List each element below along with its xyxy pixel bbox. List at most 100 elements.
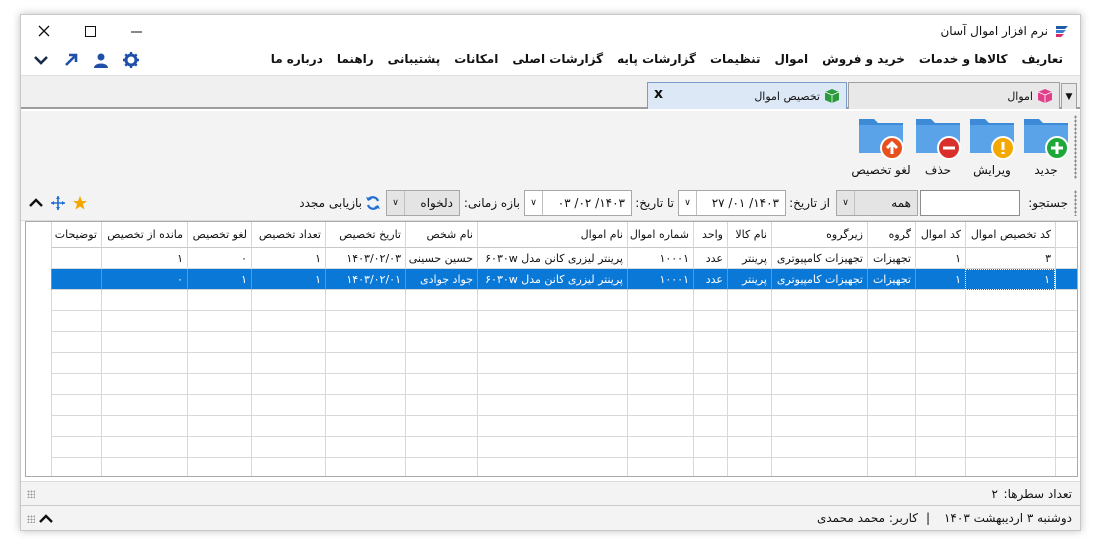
row-indicator-cell[interactable] — [1055, 290, 1077, 311]
row-indicator-cell[interactable] — [1055, 437, 1077, 458]
cancel-allocation-button[interactable]: لغو تخصیص — [850, 115, 912, 181]
from-date-picker[interactable]: ۱۴۰۳/ ۰۱/ ۲۷ ∨ — [678, 190, 786, 216]
menu-item[interactable]: امکانات — [447, 52, 505, 66]
row-indicator-cell[interactable] — [1055, 332, 1077, 353]
range-select[interactable]: دلخواه ∨ — [386, 190, 460, 216]
row-indicator-cell[interactable] — [1055, 416, 1077, 437]
table-row[interactable]: ۳ ۱ تجهیزات تجهیزات کامپیوتری پرینتر عدد ۱۰۰۰۱… — [51, 248, 1055, 269]
table-cell — [101, 374, 187, 395]
table-cell — [187, 374, 251, 395]
tab-takhsis-label: تخصیص اموال — [754, 89, 820, 103]
menu-item[interactable]: اموال — [768, 52, 816, 66]
menu-item[interactable]: کالاها و خدمات — [912, 52, 1015, 66]
table-cell — [693, 416, 727, 437]
row-indicator-cell[interactable] — [1055, 248, 1077, 269]
table-cell — [867, 332, 915, 353]
search-input[interactable] — [920, 190, 1020, 216]
close-window-button[interactable] — [21, 15, 67, 47]
table-cell — [325, 374, 405, 395]
table-cell — [101, 437, 187, 458]
row-indicator-cell[interactable] — [1055, 311, 1077, 332]
menu-item[interactable]: تنظیمات — [703, 52, 768, 66]
chevron-up-icon[interactable] — [27, 194, 45, 212]
table-row[interactable]: ۱ ۱ تجهیزات تجهیزات کامپیوتری پرینتر عدد ۱۰۰۰۱… — [51, 269, 1055, 290]
menu-item[interactable]: خرید و فروش — [815, 52, 912, 66]
column-header[interactable]: تاریخ تخصیص — [325, 222, 405, 248]
table-cell — [915, 458, 965, 476]
chevron-up-icon[interactable] — [37, 510, 55, 528]
filter-grip[interactable] — [1074, 190, 1077, 216]
chevron-down-icon[interactable] — [31, 50, 51, 70]
maximize-icon — [84, 25, 96, 37]
column-header[interactable]: واحد — [693, 222, 727, 248]
row-indicator-cell[interactable] — [1055, 353, 1077, 374]
status-grip[interactable] — [27, 515, 35, 523]
column-header[interactable]: کد تخصیص اموال — [965, 222, 1055, 248]
table-cell — [867, 458, 915, 476]
table-cell — [325, 290, 405, 311]
refresh-label[interactable]: بازیابی مجدد — [299, 196, 362, 210]
table-cell — [771, 311, 867, 332]
column-header[interactable]: مانده از تخصیص — [101, 222, 187, 248]
table-cell — [693, 332, 727, 353]
column-header[interactable]: تعداد تخصیص — [251, 222, 325, 248]
column-header[interactable]: نام شخص — [405, 222, 477, 248]
row-indicator-cell[interactable] — [1055, 458, 1077, 476]
menu-item[interactable]: تعاریف — [1015, 52, 1071, 66]
table-cell: تجهیزات — [867, 269, 915, 290]
filter-select[interactable]: همه ∨ — [836, 190, 918, 216]
empty-row — [51, 458, 1055, 476]
table-cell — [915, 395, 965, 416]
menu-item[interactable]: درباره ما — [264, 52, 330, 66]
table-cell — [51, 290, 101, 311]
column-header[interactable]: نام کالا — [727, 222, 771, 248]
column-header[interactable]: نام اموال — [477, 222, 627, 248]
allocations-grid[interactable]: کد تخصیص اموال کد اموال گروه زیرگروه نام کال… — [25, 221, 1078, 477]
menu-item[interactable]: راهنما — [330, 52, 381, 66]
row-indicator-cell[interactable] — [1055, 395, 1077, 416]
column-header[interactable]: زیرگروه — [771, 222, 867, 248]
menu-item[interactable]: گزارشات پایه — [610, 52, 703, 66]
table-cell — [51, 311, 101, 332]
resize-grip[interactable] — [27, 490, 35, 498]
tab-takhsis[interactable]: تخصیص اموال x — [647, 82, 847, 109]
row-indicator-cell[interactable] — [1055, 374, 1077, 395]
row-indicator-cell[interactable] — [1055, 269, 1077, 290]
tab-dropdown-icon[interactable]: ▼ — [1061, 83, 1077, 109]
tab-amval-label: اموال — [1007, 89, 1033, 103]
menu-item[interactable]: گزارشات اصلی — [505, 52, 610, 66]
table-cell — [405, 290, 477, 311]
column-header[interactable]: شماره اموال — [627, 222, 693, 248]
table-cell: ۱ — [251, 269, 325, 290]
gear-icon[interactable] — [121, 50, 141, 70]
tab-strip: اموال ▼ تخصیص اموال x — [21, 75, 1080, 109]
table-cell — [405, 458, 477, 476]
toolbar-grip[interactable] — [1074, 115, 1077, 179]
chevron-down-icon: ∨ — [387, 191, 405, 215]
column-header[interactable]: لغو تخصیص — [187, 222, 251, 248]
tab-amval[interactable]: اموال ▼ — [848, 82, 1077, 109]
edit-button[interactable]: ویرایش — [964, 115, 1020, 181]
maximize-button[interactable] — [67, 15, 113, 47]
refresh-icon[interactable] — [364, 194, 382, 212]
user-icon[interactable] — [91, 50, 111, 70]
table-cell — [965, 290, 1055, 311]
status-user: کاربر: محمد محمدی — [816, 511, 918, 525]
minimize-icon — [130, 31, 142, 32]
tab-close-icon[interactable]: x — [654, 86, 663, 102]
move-arrows-icon[interactable] — [49, 194, 67, 212]
column-header[interactable]: توضیحات — [51, 222, 101, 248]
star-icon[interactable] — [71, 194, 89, 212]
table-cell — [915, 416, 965, 437]
delete-button[interactable]: حذف — [910, 115, 966, 181]
table-cell — [693, 290, 727, 311]
menu-item[interactable]: پشتیبانی — [381, 52, 448, 66]
folder-delete-icon — [916, 119, 961, 160]
minimize-button[interactable] — [113, 15, 159, 47]
to-date-picker[interactable]: ۱۴۰۳/ ۰۲/ ۰۳ ∨ — [524, 190, 632, 216]
arrow-up-right-icon[interactable] — [61, 50, 81, 70]
new-button[interactable]: جدید — [1018, 115, 1074, 181]
column-header[interactable]: گروه — [867, 222, 915, 248]
table-cell — [101, 458, 187, 476]
column-header[interactable]: کد اموال — [915, 222, 965, 248]
